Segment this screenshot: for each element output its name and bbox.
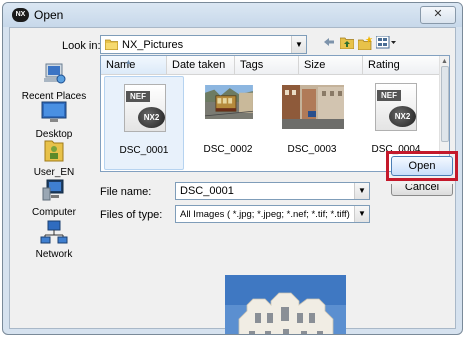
nx-app-icon: NX — [12, 8, 29, 22]
back-arrow-icon[interactable] — [323, 36, 335, 50]
open-button-highlight — [386, 151, 458, 181]
place-label: Network — [35, 249, 73, 260]
view-menu-icon[interactable] — [375, 35, 396, 50]
user-folder-icon — [44, 140, 64, 162]
cable-car-thumbnail — [205, 85, 253, 119]
column-label: Tags — [240, 59, 264, 71]
chevron-down-icon[interactable]: ▼ — [354, 206, 369, 222]
open-dialog: NX Open ✕ Look in: NX_Pictures ▼ Recent … — [2, 2, 463, 335]
look-in-value: NX_Pictures — [122, 39, 184, 51]
file-type-value: All Images ( *.jpg; *.jpeg; *.nef; *.tif… — [180, 209, 350, 220]
nef-file-icon: NEF NX2 — [365, 79, 427, 136]
column-header-name[interactable]: ▲ Name — [101, 56, 167, 74]
sort-ascending-icon: ▲ — [125, 59, 132, 66]
column-label: Date taken — [172, 59, 226, 71]
file-type-dropdown[interactable]: All Images ( *.jpg; *.jpeg; *.nef; *.tif… — [175, 205, 370, 223]
new-folder-icon[interactable] — [357, 36, 373, 51]
file-name-input[interactable]: DSC_0001 ▼ — [175, 182, 370, 200]
scroll-thumb[interactable] — [441, 66, 449, 142]
look-in-dropdown[interactable]: NX_Pictures ▼ — [100, 35, 307, 54]
place-desktop[interactable]: Desktop — [16, 100, 92, 140]
desktop-icon — [41, 101, 67, 122]
close-button[interactable]: ✕ — [420, 6, 456, 24]
file-type-label: Files of type: — [100, 209, 163, 221]
nef-tag: NEF — [126, 91, 150, 102]
network-icon — [40, 220, 68, 244]
column-headers: ▲ Name Date taken Tags Size Rating — [101, 56, 442, 75]
up-folder-icon[interactable] — [339, 36, 355, 50]
place-user-en[interactable]: User_EN — [16, 138, 92, 178]
column-header-date-taken[interactable]: Date taken — [167, 56, 235, 74]
place-label: User_EN — [33, 167, 75, 178]
street-thumbnail — [282, 85, 344, 129]
chevron-down-icon[interactable]: ▼ — [291, 36, 306, 53]
file-name-label: File name: — [100, 186, 152, 198]
nef-tag: NEF — [377, 90, 401, 101]
column-label: Size — [304, 59, 326, 71]
cancel-button[interactable]: Cancel — [391, 184, 453, 196]
column-header-rating[interactable]: Rating — [363, 56, 442, 74]
nx2-badge: NX2 — [138, 107, 165, 128]
places-bar: Recent Places Desktop User_EN Computer N… — [16, 62, 92, 298]
place-label: Computer — [32, 207, 76, 218]
place-computer[interactable]: Computer — [16, 178, 92, 218]
column-header-size[interactable]: Size — [299, 56, 363, 74]
file-item[interactable]: DSC_0003 — [272, 76, 352, 170]
scroll-up-icon[interactable]: ▲ — [441, 58, 448, 65]
look-in-label: Look in: — [62, 40, 101, 52]
place-network[interactable]: Network — [16, 220, 92, 260]
chevron-down-icon[interactable]: ▼ — [354, 183, 369, 199]
column-header-tags[interactable]: Tags — [235, 56, 299, 74]
recent-places-icon — [44, 63, 66, 84]
file-name: DSC_0003 — [287, 144, 337, 155]
nx2-badge: NX2 — [389, 106, 416, 127]
file-item[interactable]: DSC_0002 — [188, 76, 268, 170]
file-name: DSC_0001 — [119, 145, 169, 156]
dialog-title: Open — [34, 8, 64, 22]
title-bar[interactable]: NX Open ✕ — [3, 3, 462, 27]
image-preview — [225, 275, 346, 334]
file-name: DSC_0002 — [203, 144, 253, 155]
file-name-value: DSC_0001 — [180, 185, 234, 197]
computer-icon — [42, 179, 64, 201]
nef-file-icon: NEF NX2 — [114, 80, 176, 137]
file-item[interactable]: NEF NX2 DSC_0001 — [104, 76, 184, 170]
column-label: Rating — [368, 59, 400, 71]
folder-icon — [105, 39, 118, 50]
place-recent-places[interactable]: Recent Places — [16, 62, 92, 102]
